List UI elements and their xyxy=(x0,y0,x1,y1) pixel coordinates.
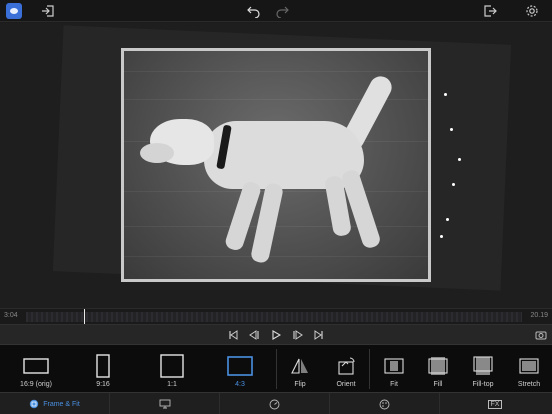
top-toolbar xyxy=(0,0,552,22)
orient-label: Orient xyxy=(336,381,356,388)
undo-icon[interactable] xyxy=(246,3,262,19)
speed-icon xyxy=(269,399,280,409)
stretch-label: Stretch xyxy=(517,381,541,388)
tab-presentation[interactable] xyxy=(110,393,220,414)
fill-top-option[interactable]: Fill-top xyxy=(462,345,504,393)
import-icon[interactable] xyxy=(40,3,56,19)
app-icon[interactable] xyxy=(6,3,22,19)
bottom-tab-bar: Frame & Fit FX xyxy=(0,392,552,414)
tab-speed[interactable] xyxy=(220,393,330,414)
playhead[interactable] xyxy=(84,309,85,325)
flip-option[interactable]: Flip xyxy=(280,345,320,393)
aspect-4-3-icon xyxy=(227,356,253,376)
settings-icon[interactable] xyxy=(524,3,540,19)
aspect-16-9-label: 16:9 (orig) xyxy=(20,381,52,388)
transport-controls xyxy=(0,324,552,344)
redo-icon[interactable] xyxy=(274,3,290,19)
step-forward-icon[interactable] xyxy=(291,328,305,342)
fill-label: Fill xyxy=(433,381,443,388)
time-end: 20.19 xyxy=(530,312,548,319)
tab-color[interactable] xyxy=(330,393,440,414)
fit-label: Fit xyxy=(390,381,398,388)
step-back-icon[interactable] xyxy=(247,328,261,342)
video-frame xyxy=(121,48,431,282)
frame-fit-icon xyxy=(30,399,39,409)
presentation-icon xyxy=(159,399,170,409)
orient-icon xyxy=(338,357,355,375)
tab-fx[interactable]: FX xyxy=(440,393,550,414)
aspect-1-1-icon xyxy=(160,354,184,378)
skip-end-icon[interactable] xyxy=(312,328,326,342)
aspect-4-3-label: 4:3 xyxy=(235,381,245,388)
orient-option[interactable]: Orient xyxy=(326,345,366,393)
fill-icon xyxy=(428,357,448,375)
frame-fit-options: 16:9 (orig) 9:16 1:1 4:3 Flip Orient Fit… xyxy=(0,344,552,392)
aspect-9-16-icon xyxy=(96,354,110,378)
tab-frame-fit-label: Frame & Fit xyxy=(43,400,80,408)
aspect-16-9-icon xyxy=(23,358,49,374)
flip-icon xyxy=(291,358,308,374)
time-start: 3:04 xyxy=(4,312,18,319)
fit-icon xyxy=(384,358,404,374)
timeline-track[interactable] xyxy=(26,312,522,322)
stretch-icon xyxy=(519,358,539,374)
aspect-16-9-option[interactable]: 16:9 (orig) xyxy=(10,345,62,393)
aspect-9-16-label: 9:16 xyxy=(96,381,110,388)
divider xyxy=(369,349,370,389)
divider xyxy=(276,349,277,389)
aspect-4-3-option[interactable]: 4:3 xyxy=(216,345,264,393)
play-icon[interactable] xyxy=(269,328,283,342)
palette-icon xyxy=(379,399,390,409)
flip-label: Flip xyxy=(294,381,306,388)
aspect-9-16-option[interactable]: 9:16 xyxy=(80,345,126,393)
dog-photo xyxy=(124,51,428,279)
aspect-1-1-label: 1:1 xyxy=(167,381,177,388)
stretch-option[interactable]: Stretch xyxy=(508,345,550,393)
tab-frame-fit[interactable]: Frame & Fit xyxy=(0,393,110,414)
fx-icon: FX xyxy=(487,399,503,409)
export-icon[interactable] xyxy=(482,3,498,19)
fill-top-label: Fill-top xyxy=(472,381,494,388)
fill-option[interactable]: Fill xyxy=(418,345,458,393)
fill-top-icon xyxy=(473,356,493,375)
aspect-1-1-option[interactable]: 1:1 xyxy=(148,345,196,393)
snapshot-icon[interactable] xyxy=(534,328,548,342)
video-preview[interactable] xyxy=(0,23,552,308)
timeline[interactable]: 3:04 20.19 xyxy=(0,308,552,325)
fit-option[interactable]: Fit xyxy=(374,345,414,393)
skip-start-icon[interactable] xyxy=(226,328,240,342)
